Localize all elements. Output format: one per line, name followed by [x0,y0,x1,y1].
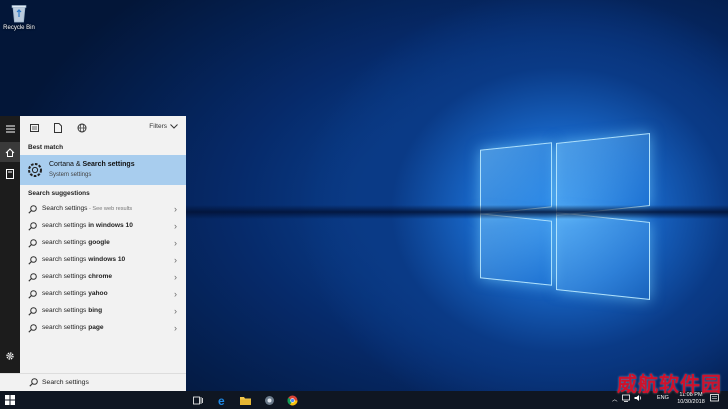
start-rail [0,116,20,391]
search-input[interactable]: Search settings [42,379,89,386]
filters-dropdown[interactable]: Filters [149,123,178,130]
search-panel: Filters Best match Cortana & Search sett… [20,116,186,391]
web-filter-button[interactable] [74,120,90,136]
clock-date: 10/30/2018 [677,399,705,405]
search-icon [29,378,38,387]
suggestion-text: search settings yahoo [42,290,108,297]
search-suggestion-item[interactable]: search settings in windows 10 › [20,218,186,235]
suggestion-text: search settings in windows 10 [42,222,133,229]
task-view-button[interactable] [191,393,205,407]
search-icon [28,205,37,214]
edge-taskbar-button[interactable]: e [215,393,229,407]
search-suggestion-item[interactable]: search settings bing › [20,303,186,320]
edge-icon: e [218,395,225,406]
chrome-taskbar-button[interactable] [285,393,299,407]
chevron-right-icon[interactable]: › [174,272,177,282]
search-icon [28,273,37,282]
watermark-logo: 威航软件园 [617,372,722,396]
search-suggestion-item[interactable]: search settings yahoo › [20,286,186,303]
document-icon [54,123,62,133]
light-floor [186,205,728,219]
search-suggestion-item[interactable]: search settings chrome › [20,269,186,286]
chrome-icon [286,395,297,405]
start-button[interactable] [0,391,20,409]
search-suggestion-item[interactable]: search settings windows 10 › [20,252,186,269]
folder-icon [239,396,251,405]
suggestion-text: search settings windows 10 [42,256,126,263]
settings-gear-icon [28,163,42,177]
recycle-bin-icon [10,3,28,23]
search-suggestion-item[interactable]: search settings page › [20,320,186,337]
search-icon [28,222,37,231]
settings-button[interactable] [0,346,20,366]
apps-filter-button[interactable] [26,120,42,136]
best-match-heading: Best match [28,144,64,151]
task-view-icon [193,396,203,404]
search-icon [28,290,37,299]
chevron-right-icon[interactable]: › [174,238,177,248]
notebook-button[interactable] [0,164,20,184]
search-suggestion-item[interactable]: Search settings - See web results › [20,201,186,218]
suggestion-text: search settings google [42,239,110,246]
chevron-right-icon[interactable]: › [174,255,177,265]
documents-filter-button[interactable] [50,120,66,136]
search-icon [28,239,37,248]
search-icon [28,307,37,316]
search-icon [28,324,37,333]
file-explorer-taskbar-button[interactable] [238,393,252,407]
hamburger-menu-button[interactable] [0,119,20,139]
best-match-title: Cortana & Search settings [49,161,135,168]
svg-text:e: e [218,395,225,406]
browser-globe-icon [264,395,274,405]
chevron-right-icon[interactable]: › [174,221,177,231]
suggestion-text: search settings bing [42,307,103,314]
home-button[interactable] [0,142,20,162]
recycle-bin-label: Recycle Bin [3,25,35,31]
search-suggestion-item[interactable]: search settings google › [20,235,186,252]
chevron-right-icon[interactable]: › [174,289,177,299]
suggestion-text: search settings chrome [42,273,113,280]
chevron-right-icon[interactable]: › [174,204,177,214]
notebook-icon [6,169,14,179]
windows-start-icon [5,395,15,405]
suggestion-text: Search settings - See web results [42,205,133,212]
filters-label: Filters [149,123,167,130]
gear-icon [6,352,14,360]
chevron-right-icon[interactable]: › [174,306,177,316]
apps-icon [29,124,39,132]
best-match-subtitle: System settings [49,172,92,178]
chevron-down-icon [170,124,178,129]
search-icon [28,256,37,265]
hamburger-icon [5,125,15,133]
recycle-bin[interactable]: Recycle Bin [2,3,36,31]
home-icon [5,147,15,157]
best-match-result[interactable]: Cortana & Search settings System setting… [20,155,186,185]
browser-taskbar-button[interactable] [262,393,276,407]
chevron-right-icon[interactable]: › [174,323,177,333]
search-scope-toolbar: Filters [20,116,186,140]
search-suggestions-heading: Search suggestions [28,190,90,197]
suggestion-text: search settings page [42,324,104,331]
globe-icon [77,123,87,133]
search-box[interactable]: Search settings [0,373,186,392]
